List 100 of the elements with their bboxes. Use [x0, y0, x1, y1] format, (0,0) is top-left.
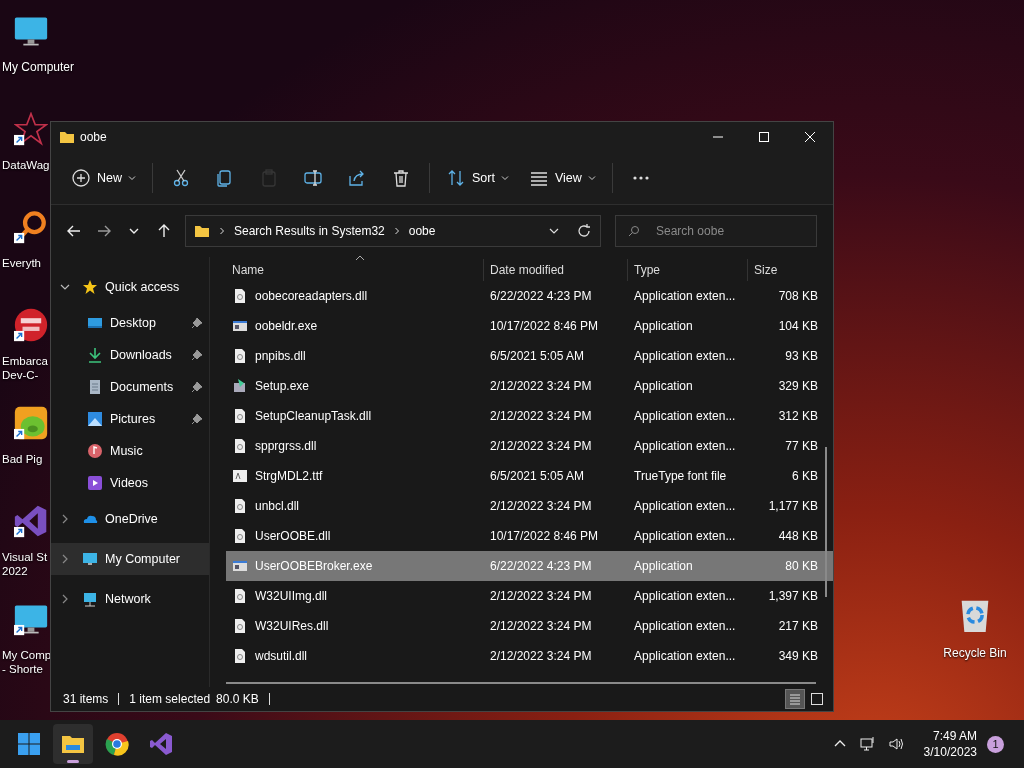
up-button[interactable] — [156, 223, 172, 239]
desktop-icon-label[interactable]: Embarca — [2, 354, 49, 368]
desktop-icon-label[interactable]: DataWag — [2, 158, 50, 172]
date-cell: 2/12/2022 3:24 PM — [490, 439, 592, 453]
refresh-button[interactable] — [576, 223, 592, 239]
size-cell: 77 KB — [785, 439, 818, 453]
file-name: wdsutil.dll — [255, 649, 308, 663]
breadcrumb[interactable]: Search Results in System32 — [234, 224, 385, 238]
sidebar-item[interactable]: Documents — [51, 371, 209, 403]
file-row[interactable]: Setup.exe 2/12/2022 3:24 PM Application 329 KB — [226, 371, 833, 401]
new-button[interactable]: New — [63, 161, 144, 195]
breadcrumb[interactable]: oobe — [408, 224, 436, 238]
scissors-icon — [171, 168, 191, 188]
size-cell: 312 KB — [778, 409, 818, 423]
file-row[interactable]: unbcl.dll 2/12/2022 3:24 PM Application exten... 1,177 KB — [226, 491, 833, 521]
monitor-icon[interactable] — [14, 602, 48, 636]
desktop-icon-label[interactable]: Visual St — [2, 550, 48, 564]
monitor-icon — [82, 551, 98, 567]
installer-icon — [232, 378, 248, 394]
sidebar-item[interactable]: Music — [51, 435, 209, 467]
vertical-scrollbar[interactable] — [825, 447, 827, 597]
type-cell: Application exten... — [634, 589, 736, 603]
pig-icon[interactable] — [14, 406, 48, 440]
horizontal-scrollbar[interactable] — [226, 682, 816, 684]
column-header[interactable]: Type — [628, 259, 748, 281]
desktop-icon-label[interactable]: - Shorte — [2, 662, 43, 676]
gear-file-icon — [232, 288, 248, 304]
forward-button[interactable] — [96, 223, 112, 239]
desktop-icon-label[interactable]: Recycle Bin — [943, 646, 1007, 660]
sort-arrows-icon — [446, 168, 466, 188]
type-cell: Application — [634, 319, 693, 333]
back-button[interactable] — [66, 223, 82, 239]
sidebar-item[interactable]: Videos — [51, 467, 209, 499]
date-cell: 6/5/2021 5:05 AM — [490, 469, 585, 483]
type-cell: Application exten... — [634, 349, 736, 363]
date-cell: 6/22/2022 4:23 PM — [490, 559, 592, 573]
file-row[interactable]: UserOOBEBroker.exe 6/22/2022 4:23 PM Application 80 KB — [226, 551, 833, 581]
pin-icon[interactable] — [191, 413, 203, 425]
item-count: 31 items — [63, 692, 109, 706]
sidebar-item[interactable]: Desktop — [51, 307, 209, 339]
size-cell: 104 KB — [778, 319, 818, 333]
column-header[interactable]: Date modified — [484, 259, 628, 281]
sidebar-item[interactable]: OneDrive — [51, 503, 209, 535]
type-cell: Application — [634, 379, 693, 393]
search-field[interactable]: Search oobe — [615, 215, 817, 247]
network-icon[interactable] — [859, 736, 876, 752]
sidebar-item[interactable]: Quick access — [51, 271, 209, 303]
monitor-icon[interactable] — [14, 14, 48, 48]
file-row[interactable]: wdsutil.dll 2/12/2022 3:24 PM Application exten... 349 KB — [226, 641, 833, 671]
window-title: oobe — [80, 130, 107, 144]
document-icon — [87, 379, 103, 395]
type-cell: Application exten... — [634, 619, 736, 633]
search-icon — [628, 225, 640, 237]
notification-badge[interactable]: 1 — [987, 735, 1004, 753]
file-row[interactable]: oobecoreadapters.dll 6/22/2022 4:23 PM Application exten... 708 KB — [226, 281, 833, 311]
gear-file-icon — [232, 618, 248, 634]
type-cell: Application exten... — [634, 439, 736, 453]
vs-icon[interactable] — [14, 504, 48, 538]
view-button[interactable]: View — [520, 161, 604, 195]
desktop-icon-label[interactable]: Bad Pig — [2, 452, 43, 466]
file-row[interactable]: UserOOBE.dll 10/17/2022 8:46 PM Application exten... 448 KB — [226, 521, 833, 551]
file-row[interactable]: StrgMDL2.ttf 6/5/2021 5:05 AM TrueType font file 6 KB — [226, 461, 833, 491]
column-header[interactable]: Name — [226, 259, 484, 281]
sort-button[interactable]: Sort — [438, 161, 517, 195]
size-cell: 80 KB — [785, 559, 818, 573]
magnifier-icon[interactable] — [14, 210, 48, 244]
application-icon — [232, 558, 248, 574]
gear-file-icon — [232, 588, 248, 604]
pin-icon[interactable] — [191, 317, 203, 329]
desktop-icon-label[interactable]: 2022 — [2, 564, 28, 578]
desktop-icon-label[interactable]: Dev-C- — [2, 368, 39, 382]
file-name: W32UIImg.dll — [255, 589, 328, 603]
file-row[interactable]: oobeldr.exe 10/17/2022 8:46 PM Application 104 KB — [226, 311, 833, 341]
file-name: oobeldr.exe — [255, 319, 318, 333]
sidebar-item[interactable]: My Computer — [51, 543, 209, 575]
type-cell: Application exten... — [634, 409, 736, 423]
type-cell: TrueType font file — [634, 469, 727, 483]
volume-icon[interactable] — [887, 736, 904, 752]
star-icon — [82, 279, 98, 295]
address-bar[interactable]: Search Results in System32 oobe — [185, 215, 601, 247]
desktop-icon-label[interactable]: My Computer — [2, 60, 75, 74]
pin-icon[interactable] — [191, 381, 203, 393]
file-row[interactable]: pnpibs.dll 6/5/2021 5:05 AM Application exten... 93 KB — [226, 341, 833, 371]
folder-taskbar-icon[interactable] — [53, 724, 93, 764]
sidebar-item[interactable]: Pictures — [51, 403, 209, 435]
trash-icon — [391, 168, 411, 188]
star-icon[interactable] — [14, 112, 48, 146]
pin-icon[interactable] — [191, 349, 203, 361]
file-row[interactable]: SetupCleanupTask.dll 2/12/2022 3:24 PM Application exten... 312 KB — [226, 401, 833, 431]
selection-size: 80.0 KB — [216, 692, 259, 706]
file-row[interactable]: W32UIImg.dll 2/12/2022 3:24 PM Application exten... 1,397 KB — [226, 581, 833, 611]
clock[interactable]: 7:49 AM 3/10/2023 — [923, 728, 977, 760]
column-header[interactable]: Size — [748, 259, 820, 281]
file-row[interactable]: spprgrss.dll 2/12/2022 3:24 PM Application exten... 77 KB — [226, 431, 833, 461]
file-row[interactable]: W32UIRes.dll 2/12/2022 3:24 PM Application exten... 217 KB — [226, 611, 833, 641]
desktop-icon-label[interactable]: My Comp — [2, 648, 52, 662]
sidebar-item[interactable]: Network — [51, 583, 209, 615]
date-cell: 2/12/2022 3:24 PM — [490, 619, 592, 633]
sidebar-item[interactable]: Downloads — [51, 339, 209, 371]
desktop-icon-label[interactable]: Everyth — [2, 256, 41, 270]
